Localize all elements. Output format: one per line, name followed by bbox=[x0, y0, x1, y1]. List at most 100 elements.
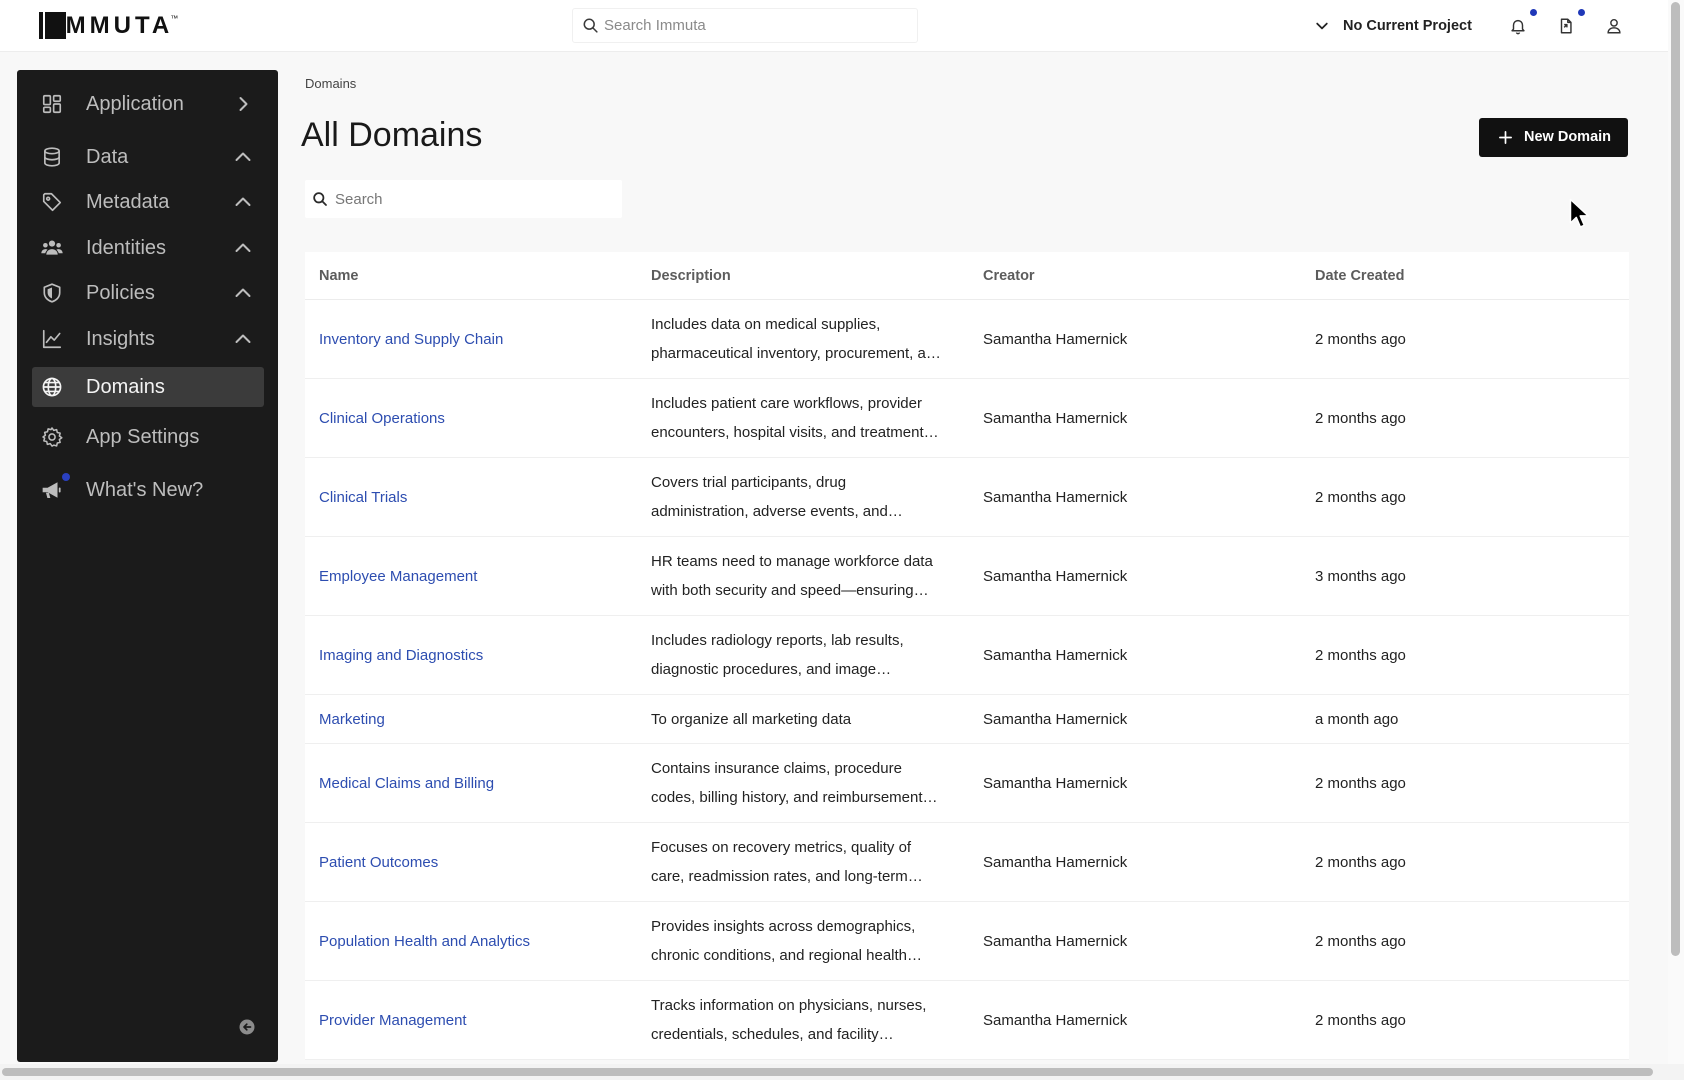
date-created-cell: 2 months ago bbox=[1301, 981, 1629, 1059]
table-row[interactable]: Inventory and Supply Chain Includes data … bbox=[305, 300, 1629, 379]
requests-badge bbox=[1578, 9, 1585, 16]
column-header-date-created[interactable]: Date Created bbox=[1301, 252, 1629, 299]
table-row[interactable]: Clinical Operations Includes patient care… bbox=[305, 379, 1629, 458]
date-created-cell: 2 months ago bbox=[1301, 616, 1629, 694]
vertical-scrollbar[interactable] bbox=[1668, 0, 1684, 1064]
domain-name-link[interactable]: Employee Management bbox=[319, 568, 477, 585]
shield-icon bbox=[41, 282, 63, 304]
date-created: 2 months ago bbox=[1315, 932, 1406, 950]
chevron-up-icon[interactable] bbox=[233, 238, 253, 258]
name-cell: Medical Claims and Billing bbox=[305, 744, 637, 822]
domain-name-link[interactable]: Clinical Operations bbox=[319, 410, 445, 427]
table-row[interactable]: Provider Management Tracks information on… bbox=[305, 981, 1629, 1060]
sidebar-item-label: Identities bbox=[86, 237, 167, 259]
sidebar-item-label: Policies bbox=[86, 282, 155, 304]
sidebar-item-label: Application bbox=[86, 93, 184, 115]
domain-search[interactable] bbox=[305, 180, 622, 218]
description-line: encounters, hospital visits, and treatme… bbox=[651, 424, 939, 441]
global-search-input[interactable] bbox=[604, 9, 909, 42]
horizontal-scroll-thumb[interactable] bbox=[2, 1068, 1653, 1076]
chevron-up-icon[interactable] bbox=[233, 147, 253, 167]
domain-name-link[interactable]: Population Health and Analytics bbox=[319, 933, 530, 950]
sidebar-item-application[interactable]: Application bbox=[32, 84, 264, 124]
domain-search-input[interactable] bbox=[335, 180, 615, 218]
document-icon[interactable] bbox=[1557, 17, 1575, 35]
domain-name-link[interactable]: Medical Claims and Billing bbox=[319, 775, 494, 792]
column-header-description[interactable]: Description bbox=[637, 252, 969, 299]
project-selector[interactable]: No Current Project bbox=[1343, 16, 1472, 36]
breadcrumb: Domains bbox=[305, 76, 356, 92]
domain-name-link[interactable]: Patient Outcomes bbox=[319, 854, 438, 871]
sidebar-item-policies[interactable]: Policies bbox=[32, 273, 264, 313]
name-cell: Marketing bbox=[305, 695, 637, 743]
mouse-cursor bbox=[1569, 198, 1591, 230]
domain-name-link[interactable]: Imaging and Diagnostics bbox=[319, 647, 483, 664]
table-row[interactable]: Patient Outcomes Focuses on recovery metr… bbox=[305, 823, 1629, 902]
description-line: Provides insights across demographics, bbox=[651, 918, 916, 935]
sidebar-item-label: Metadata bbox=[86, 191, 170, 213]
chevron-up-icon[interactable] bbox=[233, 329, 253, 349]
sidebar-item-identities[interactable]: Identities bbox=[32, 228, 264, 268]
sidebar-item-app-settings[interactable]: App Settings bbox=[32, 417, 264, 457]
column-header-name[interactable]: Name bbox=[305, 252, 637, 299]
domain-name-link[interactable]: Inventory and Supply Chain bbox=[319, 331, 503, 348]
name-cell: Inventory and Supply Chain bbox=[305, 300, 637, 378]
top-bar: IMMUTA™ No Current Project bbox=[0, 0, 1668, 51]
chevron-right-icon[interactable] bbox=[233, 94, 253, 114]
user-icon[interactable] bbox=[1605, 17, 1623, 35]
description-line: Includes data on medical supplies, bbox=[651, 316, 881, 333]
immuta-logo[interactable]: IMMUTA™ bbox=[39, 12, 178, 39]
sidebar-item-metadata[interactable]: Metadata bbox=[32, 182, 264, 222]
description-line: chronic conditions, and regional health… bbox=[651, 947, 923, 964]
horizontal-scrollbar[interactable] bbox=[0, 1064, 1684, 1080]
table-row[interactable]: Employee Management HR teams need to mana… bbox=[305, 537, 1629, 616]
sidebar-item-label: Data bbox=[86, 146, 129, 168]
date-created-cell: 3 months ago bbox=[1301, 537, 1629, 615]
chevron-up-icon[interactable] bbox=[233, 192, 253, 212]
column-header-creator[interactable]: Creator bbox=[969, 252, 1301, 299]
globe-icon bbox=[41, 376, 63, 398]
date-created-cell: 2 months ago bbox=[1301, 458, 1629, 536]
table-row[interactable]: Population Health and Analytics Provides … bbox=[305, 902, 1629, 981]
vertical-scroll-thumb[interactable] bbox=[1671, 2, 1680, 956]
sidebar-item-data[interactable]: Data bbox=[32, 137, 264, 177]
creator-name: Samantha Hamernick bbox=[983, 488, 1128, 506]
chevron-down-icon[interactable] bbox=[1314, 18, 1330, 34]
creator-name: Samantha Hamernick bbox=[983, 330, 1128, 348]
new-domain-button[interactable]: New Domain bbox=[1479, 118, 1628, 157]
description-cell: Includes radiology reports, lab results,… bbox=[637, 616, 969, 694]
creator-name: Samantha Hamernick bbox=[983, 853, 1128, 871]
sidebar-item-domains[interactable]: Domains bbox=[32, 367, 264, 407]
description-cell: Focuses on recovery metrics, quality of c… bbox=[637, 823, 969, 901]
sidebar-item-insights[interactable]: Insights bbox=[32, 319, 264, 359]
date-created: a month ago bbox=[1315, 710, 1399, 728]
domain-name-link[interactable]: Marketing bbox=[319, 711, 385, 728]
page-title: All Domains bbox=[301, 116, 483, 154]
breadcrumb-item[interactable]: Domains bbox=[305, 76, 356, 91]
table-row[interactable]: Imaging and Diagnostics Includes radiolog… bbox=[305, 616, 1629, 695]
domain-name-link[interactable]: Clinical Trials bbox=[319, 489, 407, 506]
creator-name: Samantha Hamernick bbox=[983, 710, 1128, 728]
description-line: care, readmission rates, and long-term… bbox=[651, 868, 923, 885]
table-row[interactable]: Marketing To organize all marketing data S… bbox=[305, 695, 1629, 744]
creator-name: Samantha Hamernick bbox=[983, 1011, 1128, 1029]
description-line: Includes radiology reports, lab results, bbox=[651, 632, 904, 649]
creator-cell: Samantha Hamernick bbox=[969, 616, 1301, 694]
name-cell: Provider Management bbox=[305, 981, 637, 1059]
description-cell: Includes data on medical supplies, pharma… bbox=[637, 300, 969, 378]
description-line: diagnostic procedures, and image… bbox=[651, 661, 892, 678]
logo-text: IMMUTA bbox=[47, 12, 174, 39]
table-row[interactable]: Clinical Trials Covers trial participants… bbox=[305, 458, 1629, 537]
creator-name: Samantha Hamernick bbox=[983, 932, 1128, 950]
domain-name-link[interactable]: Provider Management bbox=[319, 1012, 467, 1029]
collapse-sidebar-icon[interactable] bbox=[239, 1019, 255, 1035]
table-row[interactable]: Medical Claims and Billing Contains insur… bbox=[305, 744, 1629, 823]
chevron-up-icon[interactable] bbox=[233, 283, 253, 303]
creator-cell: Samantha Hamernick bbox=[969, 744, 1301, 822]
creator-cell: Samantha Hamernick bbox=[969, 379, 1301, 457]
description-line: To organize all marketing data bbox=[651, 710, 852, 728]
global-search[interactable] bbox=[572, 8, 918, 43]
bell-icon[interactable] bbox=[1509, 17, 1527, 35]
sidebar-item-whats-new[interactable]: What's New? bbox=[32, 470, 264, 510]
description-cell: To organize all marketing data bbox=[637, 695, 969, 743]
